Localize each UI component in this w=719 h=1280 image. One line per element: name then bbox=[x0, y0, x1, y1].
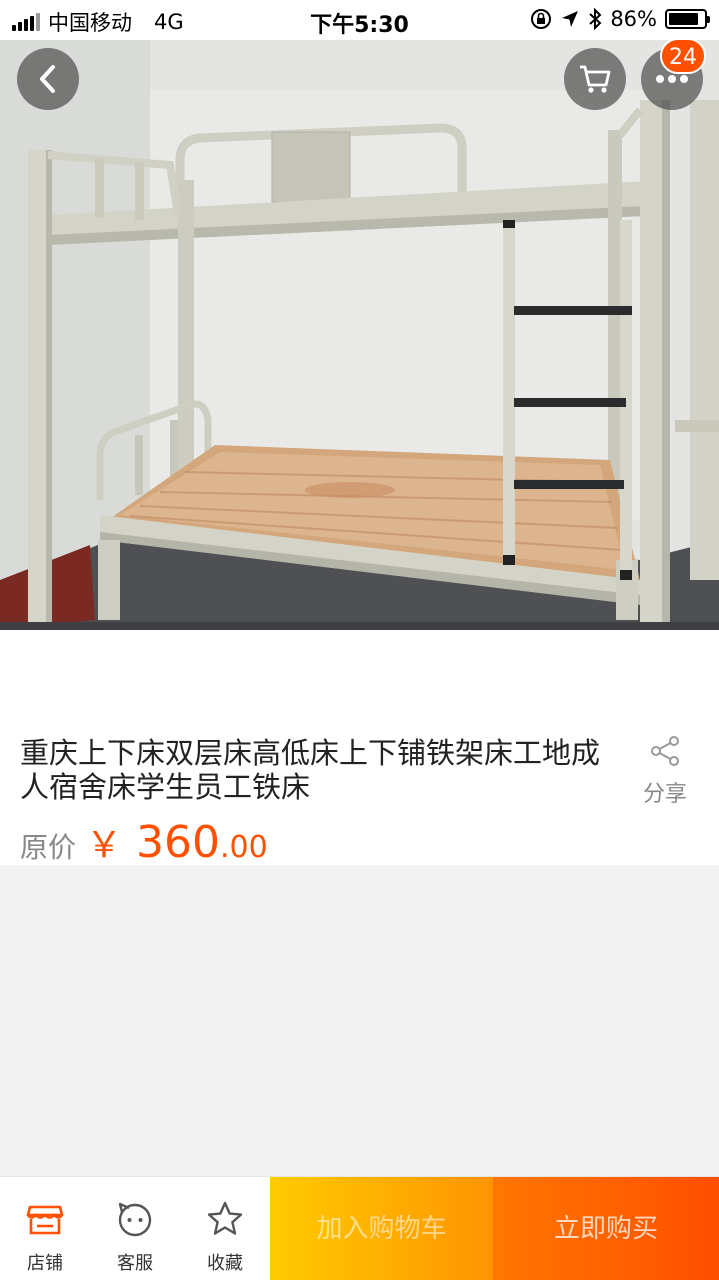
chevron-left-icon bbox=[40, 65, 55, 93]
notification-badge: 24 bbox=[660, 38, 706, 74]
product-image[interactable] bbox=[0, 40, 719, 630]
bluetooth-icon bbox=[589, 8, 602, 30]
tab-favorite[interactable]: 收藏 bbox=[180, 1177, 270, 1280]
status-bar: 中国移动 4G 下午5:30 86% bbox=[0, 0, 719, 40]
tab-customer-service[interactable]: 客服 bbox=[90, 1177, 180, 1280]
share-button[interactable]: 分享 bbox=[632, 734, 698, 808]
store-icon bbox=[26, 1205, 64, 1235]
product-detail-page: 中国移动 4G 下午5:30 86% 24 重庆上下床双层床高低床上下铺铁架床工… bbox=[0, 0, 719, 1280]
rotation-lock-icon bbox=[531, 9, 552, 29]
cart-icon bbox=[580, 65, 611, 93]
back-button[interactable] bbox=[17, 48, 79, 110]
bunk-bed-photo bbox=[0, 40, 719, 630]
price-label: 原价 bbox=[20, 831, 77, 864]
add-to-cart-button[interactable]: 加入购物车 bbox=[270, 1177, 493, 1280]
tab-favorite-label: 收藏 bbox=[207, 1253, 243, 1274]
battery-percent: 86% bbox=[610, 7, 657, 31]
product-info: 重庆上下床双层床高低床上下铺铁架床工地成人宿舍床学生员工铁床 分享 原价 ￥ 3… bbox=[0, 630, 719, 868]
tab-customer-service-label: 客服 bbox=[117, 1253, 153, 1274]
product-title: 重庆上下床双层床高低床上下铺铁架床工地成人宿舍床学生员工铁床 bbox=[20, 736, 601, 804]
tab-store[interactable]: 店铺 bbox=[0, 1177, 90, 1280]
price-currency: ￥ bbox=[86, 825, 123, 866]
share-label: 分享 bbox=[642, 782, 687, 807]
price-row: 原价 ￥ 360 .00 bbox=[20, 816, 268, 868]
tab-store-label: 店铺 bbox=[27, 1253, 63, 1274]
location-arrow-icon bbox=[562, 11, 579, 27]
bottom-action-bar: 店铺 客服 收藏 加入购物车 立即购买 bbox=[0, 1176, 719, 1280]
cart-button[interactable] bbox=[564, 48, 626, 110]
star-icon bbox=[207, 1201, 243, 1235]
price-decimal: .00 bbox=[220, 830, 268, 865]
battery-icon bbox=[665, 9, 710, 29]
status-right: 86% bbox=[530, 7, 710, 31]
customer-service-icon bbox=[118, 1202, 152, 1237]
price-integer: 360 bbox=[136, 817, 221, 868]
buy-now-button[interactable]: 立即购买 bbox=[493, 1177, 719, 1280]
share-icon bbox=[651, 736, 679, 766]
